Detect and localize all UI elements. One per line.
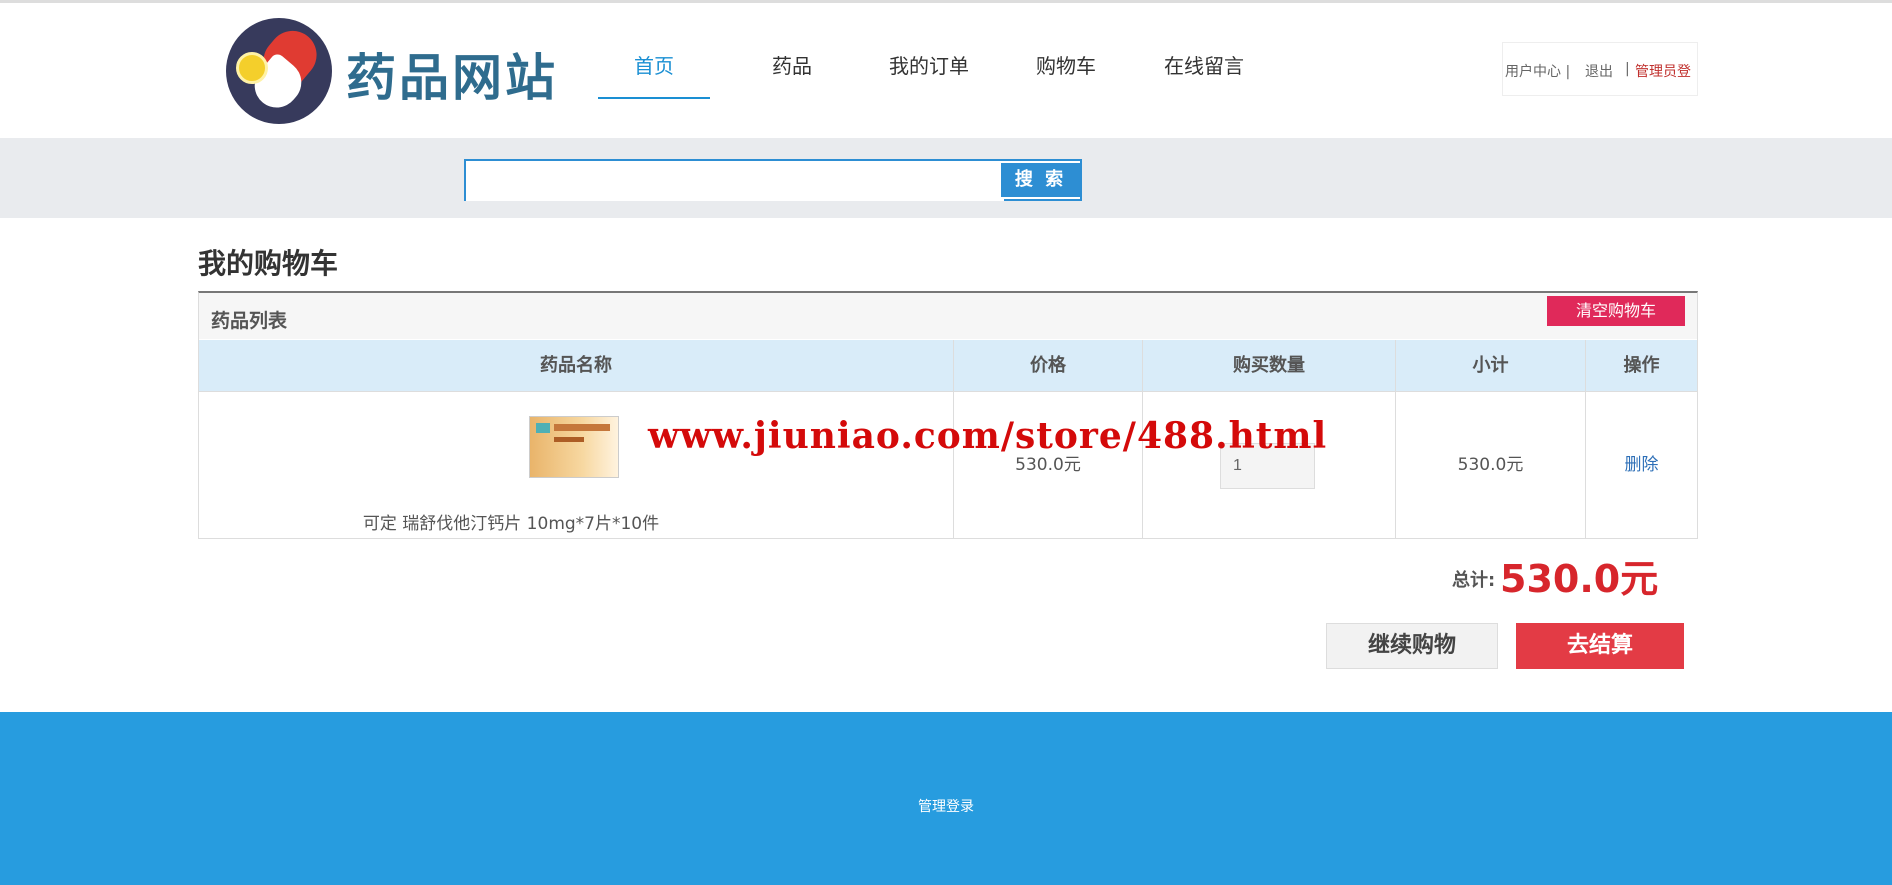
- separator: |: [1625, 61, 1630, 77]
- footer: 管理登录: [0, 712, 1892, 885]
- user-links: 用户中心 | 退出 | 管理员登: [1502, 42, 1698, 96]
- continue-shopping-button[interactable]: 继续购物: [1326, 623, 1498, 669]
- user-center-link[interactable]: 用户中心 |: [1505, 61, 1570, 81]
- coin-icon: [236, 52, 268, 84]
- admin-login-link[interactable]: 管理员登: [1635, 61, 1691, 81]
- search-box: 搜 索: [464, 159, 1082, 201]
- top-border: [0, 0, 1892, 3]
- site-logo-icon[interactable]: [226, 18, 332, 124]
- panel-header: 药品列表 清空购物车: [199, 293, 1697, 339]
- clear-cart-button[interactable]: 清空购物车: [1547, 296, 1685, 326]
- footer-admin-login-link[interactable]: 管理登录: [0, 796, 1892, 816]
- nav-cart[interactable]: 购物车: [1036, 50, 1096, 79]
- search-input[interactable]: [466, 161, 1004, 201]
- thumbnail-line: [554, 437, 584, 442]
- col-header-action: 操作: [1586, 340, 1697, 391]
- delete-link[interactable]: 删除: [1586, 392, 1697, 539]
- col-header-price: 价格: [954, 340, 1142, 391]
- col-header-quantity: 购买数量: [1143, 340, 1395, 391]
- search-button[interactable]: 搜 索: [1001, 163, 1080, 197]
- thumbnail-tag: [536, 423, 550, 433]
- site-name[interactable]: 药品网站: [346, 38, 558, 110]
- nav-messages[interactable]: 在线留言: [1164, 50, 1244, 79]
- product-thumbnail[interactable]: [529, 416, 619, 478]
- total-label: 总计:: [1452, 570, 1496, 591]
- nav-home[interactable]: 首页: [634, 50, 674, 79]
- nav-active-indicator: [598, 97, 710, 99]
- logout-link[interactable]: 退出: [1585, 61, 1613, 81]
- total-value: 530.0元: [1500, 557, 1659, 601]
- nav-medicines[interactable]: 药品: [772, 50, 812, 79]
- col-header-name: 药品名称: [199, 340, 953, 391]
- product-subtotal: 530.0元: [1457, 455, 1524, 475]
- watermark: www.jiuniao.com/store/488.html: [648, 415, 1328, 457]
- nav-my-orders[interactable]: 我的订单: [889, 50, 969, 79]
- thumbnail-line: [554, 424, 610, 431]
- panel-title: 药品列表: [211, 310, 288, 332]
- page-title: 我的购物车: [198, 247, 339, 280]
- checkout-button[interactable]: 去结算: [1516, 623, 1684, 669]
- col-header-subtotal: 小计: [1396, 340, 1585, 391]
- product-name[interactable]: 可定 瑞舒伐他汀钙片 10mg*7片*10件: [199, 509, 823, 534]
